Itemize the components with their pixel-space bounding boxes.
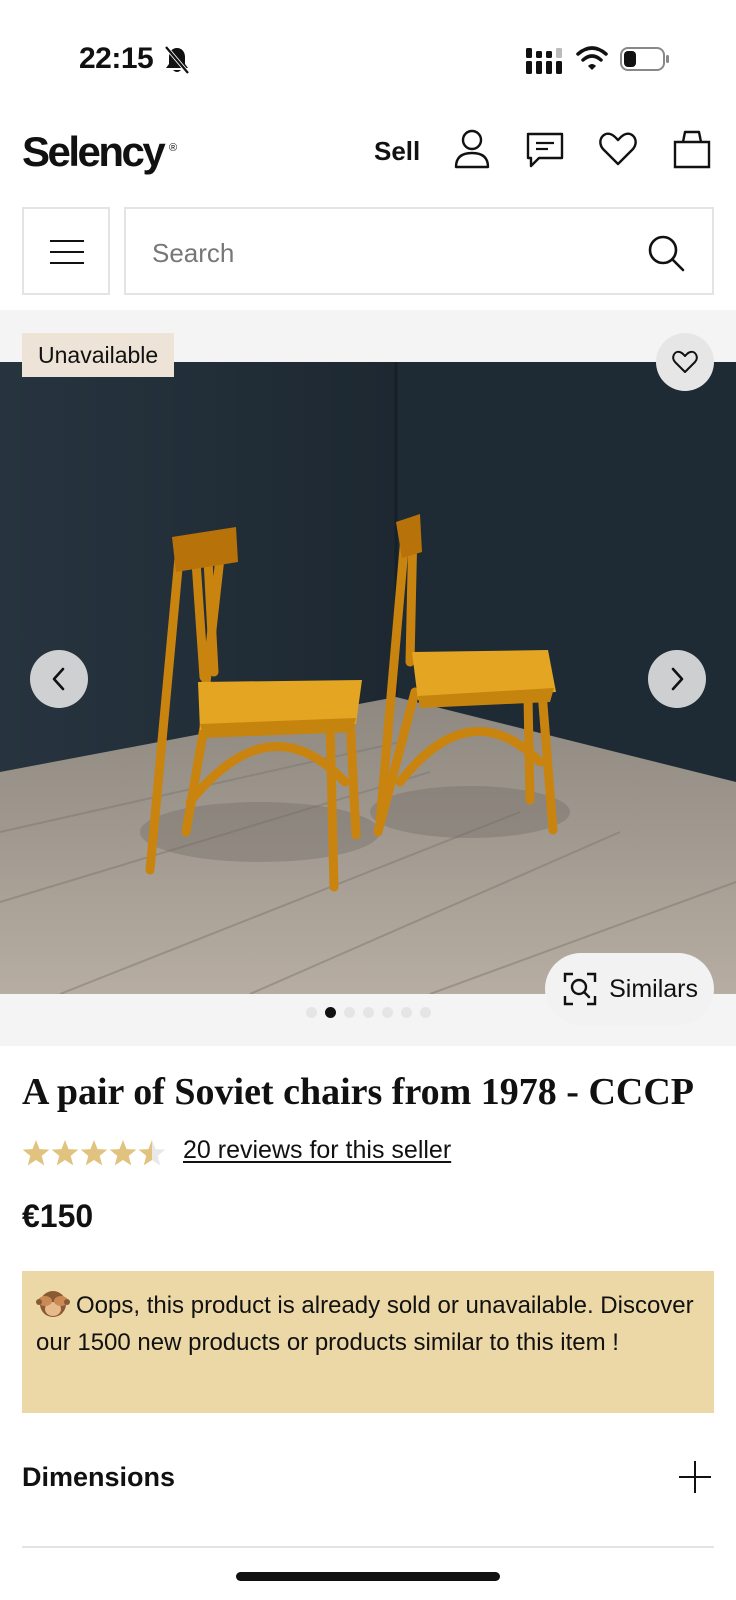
pagination-dot[interactable] (362, 1007, 374, 1018)
previous-image-button[interactable] (30, 650, 88, 708)
unavailable-notice: Oops, this product is already sold or un… (22, 1271, 714, 1413)
menu-button[interactable] (22, 207, 110, 295)
wifi-icon (576, 46, 608, 70)
battery-icon (620, 47, 669, 71)
sell-link[interactable]: Sell (374, 136, 420, 167)
site-header: Selency ® Sell (0, 120, 736, 190)
bell-slash-icon (164, 45, 190, 75)
star-icon (138, 1140, 166, 1166)
status-time: 22:15 (79, 42, 154, 75)
favorite-button[interactable] (656, 333, 714, 391)
similars-button[interactable]: Similars (545, 953, 714, 1025)
product-image (0, 362, 736, 994)
star-icon (22, 1140, 50, 1166)
search-box[interactable] (124, 207, 714, 295)
search-input[interactable] (152, 233, 622, 273)
chevron-right-icon (671, 667, 684, 691)
next-image-button[interactable] (648, 650, 706, 708)
favorites-icon[interactable] (598, 128, 638, 170)
heart-icon (672, 350, 698, 373)
rating-stars (22, 1140, 166, 1166)
pagination-dot[interactable] (305, 1007, 317, 1018)
chevron-left-icon (52, 667, 65, 691)
messages-icon[interactable] (525, 128, 565, 170)
pagination-dot[interactable] (400, 1007, 412, 1018)
pagination-dot[interactable] (419, 1007, 431, 1018)
star-icon (80, 1140, 108, 1166)
signal-icon (526, 48, 562, 74)
logo[interactable]: Selency (22, 128, 166, 176)
dimensions-title: Dimensions (22, 1462, 176, 1492)
reviews-link[interactable]: 20 reviews for this seller (183, 1136, 451, 1165)
pagination-dot[interactable] (381, 1007, 393, 1018)
product-gallery[interactable]: Unavailable Similars (0, 310, 736, 1046)
search-icon[interactable] (646, 233, 686, 273)
dimensions-accordion[interactable]: Dimensions (22, 1438, 714, 1548)
pagination-dot[interactable] (343, 1007, 355, 1018)
notice-message: Oops, this product is already sold or un… (36, 1292, 694, 1356)
star-icon (109, 1140, 137, 1166)
cart-icon[interactable] (672, 128, 712, 170)
product-title: A pair of Soviet chairs from 1978 - CCCP (22, 1071, 694, 1113)
hamburger-icon (50, 240, 84, 264)
star-icon (51, 1140, 79, 1166)
similars-label: Similars (609, 974, 698, 1003)
see-no-evil-monkey-icon (36, 1291, 70, 1317)
unavailable-badge: Unavailable (22, 333, 175, 377)
plus-icon[interactable] (678, 1460, 712, 1494)
status-bar: 22:15 (0, 0, 736, 110)
logo-registered-mark: ® (169, 142, 178, 154)
notice-text: Oops, this product is already sold or un… (36, 1287, 700, 1361)
account-icon[interactable] (452, 128, 492, 170)
visual-search-icon (563, 972, 597, 1006)
product-price: €150 (22, 1198, 94, 1234)
home-indicator (236, 1572, 500, 1581)
pagination-dot[interactable] (324, 1007, 336, 1018)
